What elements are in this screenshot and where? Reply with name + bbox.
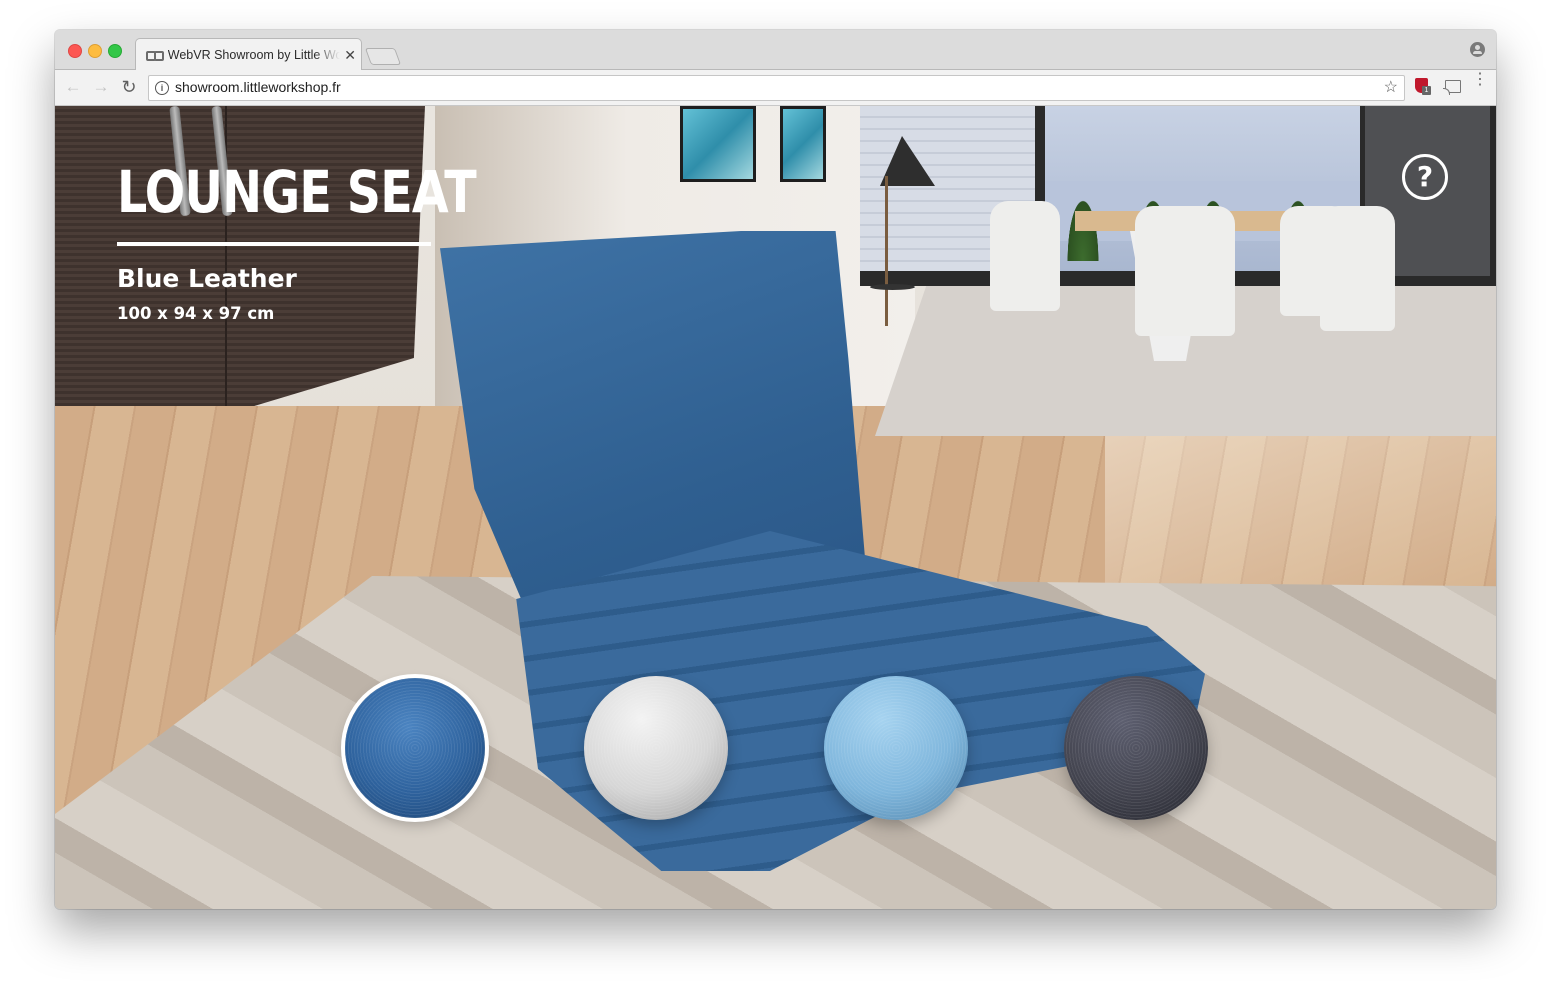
product-material: Blue Leather <box>117 264 297 293</box>
product-dimensions: 100 x 94 x 97 cm <box>117 304 275 323</box>
extension-shield-icon[interactable]: 1 <box>1415 78 1431 96</box>
tab-strip: WebVR Showroom by Little Workshop ✕ <box>55 30 1496 71</box>
vr-headset-icon <box>146 50 162 60</box>
dining-chair <box>1320 206 1395 331</box>
product-title: LOUNGE SEAT <box>117 158 477 226</box>
profile-icon[interactable] <box>1470 42 1485 57</box>
maximize-window-button[interactable] <box>108 44 122 58</box>
swatch-texture <box>824 676 968 820</box>
browser-toolbar: ← → ↻ i showroom.littleworkshop.fr ☆ 1 ⋮ <box>55 70 1496 106</box>
material-swatch-light-blue-fabric[interactable] <box>824 676 968 820</box>
cast-icon[interactable] <box>1443 80 1461 95</box>
help-button[interactable]: ? <box>1402 154 1448 200</box>
new-tab-button[interactable] <box>364 48 402 65</box>
reload-button[interactable]: ↻ <box>119 77 139 97</box>
back-button[interactable]: ← <box>63 77 83 97</box>
forward-button[interactable]: → <box>91 77 111 97</box>
material-swatch-white-fabric[interactable] <box>584 676 728 820</box>
close-window-button[interactable] <box>68 44 82 58</box>
wall-painting <box>780 106 826 182</box>
url-text[interactable]: showroom.littleworkshop.fr <box>175 79 341 95</box>
material-swatch-dark-grey-fabric[interactable] <box>1064 676 1208 820</box>
info-icon[interactable]: i <box>155 81 169 95</box>
title-divider <box>117 242 431 246</box>
swatch-texture <box>345 678 485 818</box>
tab-close-icon[interactable]: ✕ <box>344 47 356 64</box>
browser-window: WebVR Showroom by Little Workshop ✕ ← → … <box>55 30 1496 909</box>
tab-title: WebVR Showroom by Little Workshop <box>167 48 341 62</box>
material-swatch-blue-leather[interactable] <box>345 678 485 818</box>
minimize-window-button[interactable] <box>88 44 102 58</box>
extension-badge: 1 <box>1422 86 1431 95</box>
wall-painting <box>680 106 756 182</box>
bookmark-star-icon[interactable]: ☆ <box>1384 77 1398 97</box>
address-bar[interactable]: i showroom.littleworkshop.fr ☆ <box>148 75 1405 101</box>
browser-menu-icon[interactable]: ⋮ <box>1472 72 1488 88</box>
swatch-texture <box>1064 676 1208 820</box>
swatch-texture <box>584 676 728 820</box>
webvr-scene-canvas[interactable]: LOUNGE SEAT Blue Leather 100 x 94 x 97 c… <box>55 106 1496 909</box>
browser-tab[interactable]: WebVR Showroom by Little Workshop ✕ <box>135 38 362 71</box>
